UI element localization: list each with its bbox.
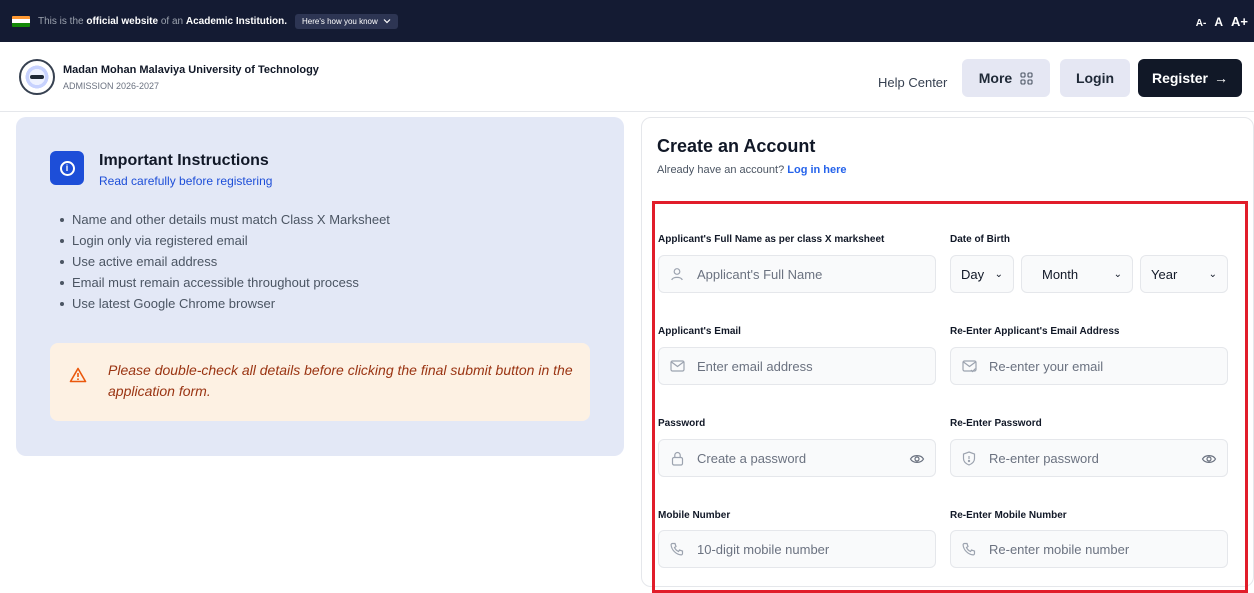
help-center-link[interactable]: Help Center <box>878 75 947 90</box>
font-normal-button[interactable]: A <box>1214 15 1223 29</box>
form-subtitle: Already have an account? Log in here <box>657 164 847 176</box>
how-you-know-button[interactable]: Here's how you know <box>294 13 398 29</box>
warning-notice: Please double-check all details before c… <box>50 343 590 421</box>
instructions-title: Important Instructions <box>99 152 269 169</box>
register-button[interactable]: Register → <box>1138 59 1242 97</box>
official-notice: This is the official website of an Acade… <box>38 15 287 27</box>
password-label: Password <box>658 418 706 429</box>
more-button[interactable]: More <box>962 59 1050 97</box>
login-here-link[interactable]: Log in here <box>787 164 846 176</box>
password-input[interactable]: Create a password <box>658 439 936 477</box>
list-item: Login only via registered email <box>60 230 390 251</box>
show-password-eye-icon[interactable] <box>909 451 925 467</box>
warning-text: Please double-check all details before c… <box>108 362 573 399</box>
user-icon <box>669 266 685 282</box>
chevron-down-icon: ⌄ <box>1208 268 1217 280</box>
india-flag-icon <box>12 15 30 27</box>
full-name-input[interactable]: Applicant's Full Name <box>658 255 936 293</box>
admission-year: ADMISSION 2026-2027 <box>63 81 160 91</box>
list-item: Email must remain accessible throughout … <box>60 272 390 293</box>
instructions-panel: i Important Instructions Read carefully … <box>16 117 624 456</box>
list-item: Use active email address <box>60 251 390 272</box>
mobile-confirm-label: Re-Enter Mobile Number <box>950 510 1067 521</box>
university-logo[interactable] <box>19 59 55 95</box>
mail-icon <box>669 358 685 374</box>
email-confirm-input[interactable]: Re-enter your email <box>950 347 1228 385</box>
chevron-down-icon: ⌄ <box>1113 268 1122 280</box>
instructions-subtitle: Read carefully before registering <box>99 174 273 188</box>
dob-label: Date of Birth <box>950 234 1010 245</box>
info-icon: i <box>50 151 84 185</box>
instructions-list: Name and other details must match Class … <box>60 209 390 314</box>
password-confirm-input[interactable]: Re-enter password <box>950 439 1228 477</box>
font-size-controls: A- A A+ <box>1196 14 1248 29</box>
email-confirm-label: Re-Enter Applicant's Email Address <box>950 326 1120 337</box>
university-name: Madan Mohan Malaviya University of Techn… <box>63 64 319 76</box>
font-decrease-button[interactable]: A- <box>1196 18 1207 29</box>
phone-icon <box>961 541 977 557</box>
shield-icon <box>961 450 977 466</box>
warning-triangle-icon <box>68 365 88 385</box>
arrow-right-icon: → <box>1214 70 1229 86</box>
dob-month-select[interactable]: Month ⌄ <box>1021 255 1133 293</box>
list-item: Use latest Google Chrome browser <box>60 293 390 314</box>
gov-topbar: This is the official website of an Acade… <box>0 0 1254 42</box>
grid-icon <box>1020 71 1033 85</box>
email-label: Applicant's Email <box>658 326 741 337</box>
password-confirm-label: Re-Enter Password <box>950 418 1042 429</box>
mail-check-icon <box>961 358 977 374</box>
site-header: Madan Mohan Malaviya University of Techn… <box>0 42 1254 112</box>
lock-icon <box>669 450 685 466</box>
dob-year-select[interactable]: Year ⌄ <box>1140 255 1228 293</box>
show-password-eye-icon[interactable] <box>1201 451 1217 467</box>
mobile-input[interactable]: 10-digit mobile number <box>658 530 936 568</box>
mobile-confirm-input[interactable]: Re-enter mobile number <box>950 530 1228 568</box>
chevron-down-icon <box>383 19 391 24</box>
email-input[interactable]: Enter email address <box>658 347 936 385</box>
form-title: Create an Account <box>657 136 816 156</box>
phone-icon <box>669 541 685 557</box>
login-button[interactable]: Login <box>1060 59 1130 97</box>
chevron-down-icon: ⌄ <box>994 268 1003 280</box>
full-name-label: Applicant's Full Name as per class X mar… <box>658 234 885 245</box>
list-item: Name and other details must match Class … <box>60 209 390 230</box>
dob-day-select[interactable]: Day ⌄ <box>950 255 1014 293</box>
mobile-label: Mobile Number <box>658 510 731 521</box>
font-increase-button[interactable]: A+ <box>1231 14 1248 29</box>
